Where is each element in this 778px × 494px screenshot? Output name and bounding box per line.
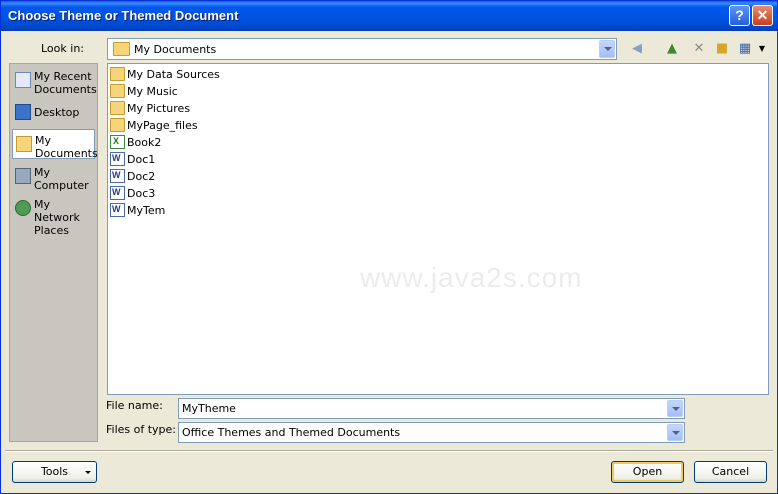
caret-down-icon	[85, 471, 91, 474]
place-desktop[interactable]: Desktop	[12, 98, 95, 128]
place-label: My Documents	[35, 134, 98, 160]
folder-icon	[110, 101, 125, 115]
desktop-icon	[15, 104, 31, 120]
file-name-value: MyTheme	[182, 402, 236, 415]
file-name: My Pictures	[127, 102, 191, 115]
place-label: My Recent Documents	[34, 70, 97, 96]
file-name: My Data Sources	[127, 68, 220, 81]
places-bar: My Recent Documents Desktop My Documents…	[9, 63, 98, 442]
watermark: www.java2s.com	[360, 262, 583, 293]
chevron-down-icon[interactable]	[667, 424, 683, 441]
cancel-button[interactable]: Cancel	[694, 461, 767, 483]
dialog-title: Choose Theme or Themed Document	[8, 8, 239, 23]
files-of-type-value: Office Themes and Themed Documents	[182, 426, 401, 439]
place-my-computer[interactable]: My Computer	[12, 162, 95, 192]
network-places-icon	[15, 200, 31, 216]
new-folder-icon[interactable]: ■	[712, 39, 732, 59]
folder-icon	[110, 84, 125, 98]
file-name-label: File name:	[106, 399, 163, 412]
title-bar[interactable]: Choose Theme or Themed Document ? ✕	[1, 1, 777, 31]
file-name-input[interactable]: MyTheme	[178, 398, 685, 419]
place-label: My Network Places	[34, 198, 80, 237]
dialog-window: Choose Theme or Themed Document ? ✕ Look…	[0, 0, 778, 494]
tools-button[interactable]: Tools	[12, 461, 97, 483]
place-my-recent-documents[interactable]: My Recent Documents	[12, 66, 97, 96]
word-file-icon	[110, 186, 125, 200]
look-in-value: My Documents	[134, 43, 217, 56]
file-name: MyTem	[127, 204, 166, 217]
file-name: Book2	[127, 136, 162, 149]
file-name: Doc1	[127, 153, 156, 166]
open-button[interactable]: Open	[611, 461, 684, 483]
look-in-dropdown[interactable]: My Documents	[107, 38, 617, 60]
place-label: My Computer	[34, 166, 89, 192]
views-chevron-down-icon[interactable]: ▼	[752, 39, 772, 59]
file-list[interactable]: My Data Sources My Music My Pictures MyP…	[107, 63, 769, 395]
word-file-icon	[110, 152, 125, 166]
word-file-icon	[110, 203, 125, 217]
file-name: Doc3	[127, 187, 156, 200]
place-label: Desktop	[34, 106, 80, 119]
up-folder-icon[interactable]: ▲	[662, 39, 682, 59]
close-button[interactable]: ✕	[752, 5, 773, 26]
computer-icon	[15, 168, 31, 184]
my-documents-icon	[16, 136, 32, 152]
file-name: MyPage_files	[127, 119, 198, 132]
files-of-type-label: Files of type:	[106, 423, 177, 436]
files-of-type-dropdown[interactable]: Office Themes and Themed Documents	[178, 422, 685, 443]
my-documents-icon	[113, 42, 130, 56]
look-in-label: Look in:	[41, 42, 84, 55]
chevron-down-icon[interactable]	[599, 40, 615, 58]
file-name: Doc2	[127, 170, 156, 183]
help-button[interactable]: ?	[729, 5, 750, 26]
tools-label: Tools	[40, 465, 69, 478]
place-my-network-places[interactable]: My Network Places	[12, 194, 95, 237]
chevron-down-icon[interactable]	[667, 400, 683, 417]
delete-icon[interactable]: ✕	[689, 39, 709, 59]
file-name: My Music	[127, 85, 178, 98]
word-file-icon	[110, 169, 125, 183]
recent-documents-icon	[15, 72, 31, 88]
back-icon[interactable]: ◀	[627, 39, 647, 59]
excel-file-icon	[110, 135, 125, 149]
place-my-documents[interactable]: My Documents	[12, 129, 98, 160]
folder-icon	[110, 118, 125, 132]
divider	[5, 450, 773, 452]
folder-icon	[110, 67, 125, 81]
